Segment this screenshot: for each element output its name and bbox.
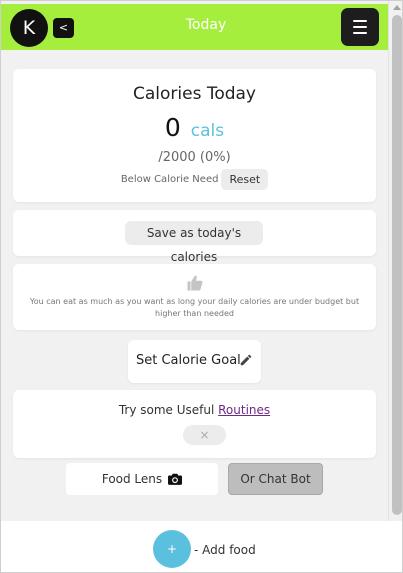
top-bar: K < Today <box>1 4 388 50</box>
calories-unit: cals <box>190 121 225 141</box>
hamburger-icon <box>353 32 367 35</box>
routines-prefix: Try some Useful <box>118 403 219 417</box>
camera-icon <box>168 473 183 485</box>
tip-text: You can eat as much as you want as long … <box>29 297 360 318</box>
logo[interactable]: K <box>10 9 48 47</box>
scroll-up-arrow-icon[interactable] <box>393 5 401 10</box>
content-area: K < Today Calories Today 0 cals /2000 (0… <box>1 1 388 521</box>
set-goal-button[interactable]: Set Calorie Goal <box>128 340 261 383</box>
save-calories-button[interactable]: Save as today's calories <box>125 221 263 264</box>
calories-status-row: Below Calorie Need Reset <box>13 169 376 190</box>
scrollbar[interactable] <box>388 1 402 521</box>
hamburger-icon <box>353 20 367 23</box>
calories-title: Calories Today <box>132 84 256 104</box>
pencil-icon <box>240 354 252 366</box>
tip-card: You can eat as much as you want as long … <box>13 264 376 330</box>
routines-text: Try some Useful Routines <box>13 403 376 417</box>
set-goal-label: Set Calorie Goal <box>136 353 241 368</box>
add-food-label[interactable]: - Add food <box>194 543 256 557</box>
page-title: Today <box>185 17 227 33</box>
food-lens-button[interactable]: Food Lens <box>66 463 218 495</box>
routines-card: Try some Useful Routines × <box>13 390 376 458</box>
chat-bot-button[interactable]: Or Chat Bot <box>228 463 323 495</box>
calories-card: Calories Today 0 cals /2000 (0%) Below C… <box>13 69 376 202</box>
app-window: K < Today Calories Today 0 cals /2000 (0… <box>0 0 403 573</box>
save-card: Save as today's calories <box>13 210 376 264</box>
calories-count: 0 cals <box>13 113 376 142</box>
calories-value: 0 <box>164 113 181 142</box>
scroll-thumb[interactable] <box>392 15 402 515</box>
reset-button[interactable]: Reset <box>221 169 269 190</box>
calories-status: Below Calorie Need <box>120 174 219 185</box>
thumbs-up-icon <box>187 275 203 291</box>
food-lens-label: Food Lens <box>101 472 163 486</box>
calories-goal: /2000 (0%) <box>158 150 231 165</box>
routines-link[interactable]: Routines <box>218 403 270 417</box>
hamburger-icon <box>353 26 367 29</box>
bottom-bar: + - Add food <box>1 521 402 572</box>
dismiss-button[interactable]: × <box>183 425 226 445</box>
menu-button[interactable] <box>341 8 379 46</box>
back-button[interactable]: < <box>53 18 74 38</box>
add-food-button[interactable]: + <box>153 530 191 568</box>
